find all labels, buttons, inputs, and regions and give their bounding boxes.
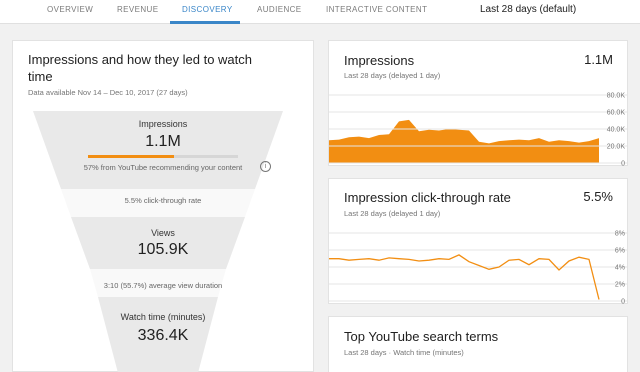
views-value: 105.9K xyxy=(137,241,189,258)
y-tick-label: 0 xyxy=(621,299,625,306)
funnel-card-title: Impressions and how they led to watch ti… xyxy=(28,52,253,84)
impressions-label: Impressions xyxy=(138,119,188,129)
impressions-progress-bar xyxy=(88,155,238,158)
tab-overview[interactable]: OVERVIEW xyxy=(47,5,93,14)
y-tick-label: 2% xyxy=(615,282,625,289)
ctr-line xyxy=(329,254,600,300)
ctr-card: Impression click-through rate 5.5% Last … xyxy=(328,178,628,306)
impressions-card-title: Impressions xyxy=(344,53,415,68)
impressions-note: 57% from YouTube recommending your conte… xyxy=(83,163,243,172)
tab-revenue[interactable]: REVENUE xyxy=(117,5,158,14)
impressions-card: Impressions 1.1M Last 28 days (delayed 1… xyxy=(328,40,628,168)
impressions-progress-fill xyxy=(88,155,174,158)
info-icon[interactable]: i xyxy=(260,161,271,172)
impressions-chart: 80.0K 60.0K 40.0K 20.0K 0 xyxy=(329,93,627,168)
impressions-area xyxy=(329,119,599,163)
impressions-card-subtitle: Last 28 days (delayed 1 day) xyxy=(344,71,441,80)
ctr-note: 5.5% click-through rate xyxy=(124,196,202,205)
impressions-value: 1.1M xyxy=(145,133,181,150)
tab-interactive-content[interactable]: INTERACTIVE CONTENT xyxy=(326,5,427,14)
ctr-card-value: 5.5% xyxy=(583,189,613,204)
ctr-chart: 8% 6% 4% 2% 0 xyxy=(329,231,627,306)
watch-time-value: 336.4K xyxy=(137,327,189,344)
active-tab-indicator xyxy=(170,21,240,24)
y-tick-label: 8% xyxy=(615,231,625,238)
avd-note: 3:10 (55.7%) average view duration xyxy=(103,281,223,290)
y-tick-label: 0 xyxy=(621,161,625,168)
top-nav: OVERVIEW REVENUE DISCOVERY AUDIENCE INTE… xyxy=(0,0,640,24)
y-tick-label: 80.0K xyxy=(607,93,626,100)
y-tick-label: 60.0K xyxy=(607,110,626,117)
y-tick-label: 6% xyxy=(615,248,625,255)
impressions-card-value: 1.1M xyxy=(584,52,613,67)
views-label: Views xyxy=(151,228,175,238)
ctr-card-subtitle: Last 28 days (delayed 1 day) xyxy=(344,209,441,218)
search-terms-card: Top YouTube search terms Last 28 days · … xyxy=(328,316,628,372)
funnel-card: Impressions and how they led to watch ti… xyxy=(12,40,314,372)
tab-discovery[interactable]: DISCOVERY xyxy=(182,5,233,14)
ctr-card-title: Impression click-through rate xyxy=(344,190,511,205)
search-terms-title: Top YouTube search terms xyxy=(344,329,499,344)
search-terms-subtitle: Last 28 days · Watch time (minutes) xyxy=(344,348,464,357)
y-tick-label: 40.0K xyxy=(607,127,626,134)
tab-audience[interactable]: AUDIENCE xyxy=(257,5,302,14)
date-range-selector[interactable]: Last 28 days (default) xyxy=(480,4,576,15)
watch-time-label: Watch time (minutes) xyxy=(120,312,206,322)
y-tick-label: 20.0K xyxy=(607,144,626,151)
funnel-card-subtitle: Data available Nov 14 – Dec 10, 2017 (27… xyxy=(28,88,188,97)
y-tick-label: 4% xyxy=(615,265,625,272)
